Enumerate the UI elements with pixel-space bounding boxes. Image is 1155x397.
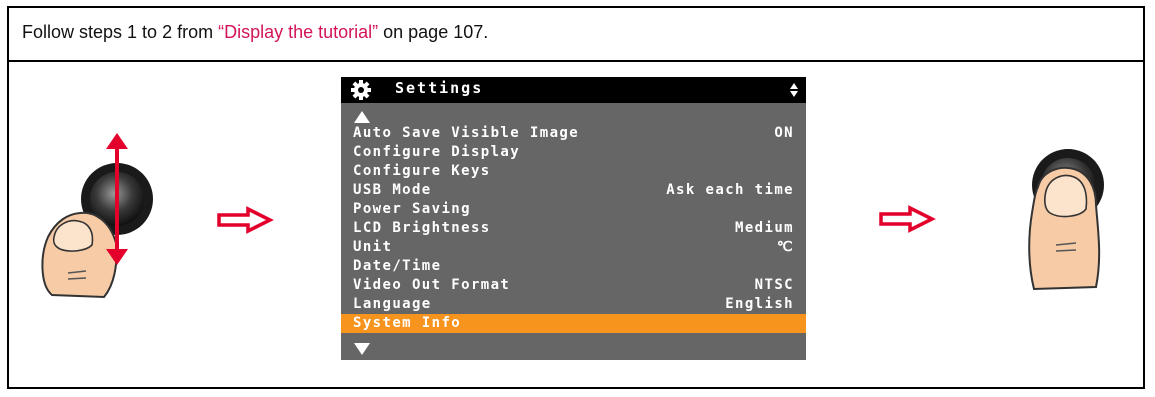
settings-title: Settings (395, 79, 484, 97)
menu-item-value: Ask each time (666, 182, 794, 198)
menu-item-label: USB Mode (353, 182, 432, 198)
menu-item-label: Configure Keys (353, 163, 491, 179)
menu-item-label: LCD Brightness (353, 220, 491, 236)
instruction-text: Follow steps 1 to 2 from “Display the tu… (22, 22, 488, 43)
menu-item-unit[interactable]: Unit ℃ (341, 238, 806, 257)
menu-item-label: Auto Save Visible Image (353, 125, 580, 141)
step-arrow-icon (879, 205, 936, 233)
menu-item-value: NTSC (754, 277, 794, 293)
menu-item-label: Configure Display (353, 144, 521, 160)
menu-item-power-saving[interactable]: Power Saving (341, 200, 806, 219)
menu-item-label: Date/Time (353, 258, 442, 274)
display-tutorial-link[interactable]: “Display the tutorial” (218, 22, 378, 42)
menu-item-label: Video Out Format (353, 277, 511, 293)
settings-titlebar: Settings (341, 77, 806, 103)
step-arrow-icon (217, 206, 274, 234)
menu-item-usb-mode[interactable]: USB Mode Ask each time (341, 181, 806, 200)
settings-screen: Settings Auto Save Visible Image ON Conf… (341, 77, 806, 360)
instruction-prefix: Follow steps 1 to 2 from (22, 22, 219, 42)
menu-item-value: English (725, 296, 794, 312)
menu-item-label: Unit (353, 239, 393, 255)
up-down-indicator-icon (790, 83, 798, 97)
menu-item-value: Medium (735, 220, 794, 236)
thumb-on-joystick-up-down-icon (41, 133, 153, 299)
table-row-divider (7, 60, 1145, 62)
menu-item-label: System Info (353, 315, 462, 331)
thumb-pressing-joystick-icon (1028, 149, 1104, 291)
menu-item-value: ℃ (776, 239, 794, 255)
menu-item-configure-keys[interactable]: Configure Keys (341, 162, 806, 181)
settings-menu-list: Auto Save Visible Image ON Configure Dis… (341, 124, 806, 333)
scroll-up-icon[interactable] (354, 111, 370, 123)
menu-item-label: Language (353, 296, 432, 312)
menu-item-value: ON (774, 125, 794, 141)
menu-item-configure-display[interactable]: Configure Display (341, 143, 806, 162)
menu-item-language[interactable]: Language English (341, 295, 806, 314)
menu-item-date-time[interactable]: Date/Time (341, 257, 806, 276)
menu-item-label: Power Saving (353, 201, 471, 217)
instruction-suffix: on page 107. (378, 22, 489, 42)
gear-icon (351, 80, 371, 100)
menu-item-system-info[interactable]: System Info (341, 314, 806, 333)
menu-item-video-out-format[interactable]: Video Out Format NTSC (341, 276, 806, 295)
menu-item-lcd-brightness[interactable]: LCD Brightness Medium (341, 219, 806, 238)
menu-item-auto-save-visible-image[interactable]: Auto Save Visible Image ON (341, 124, 806, 143)
scroll-down-icon[interactable] (354, 343, 370, 355)
